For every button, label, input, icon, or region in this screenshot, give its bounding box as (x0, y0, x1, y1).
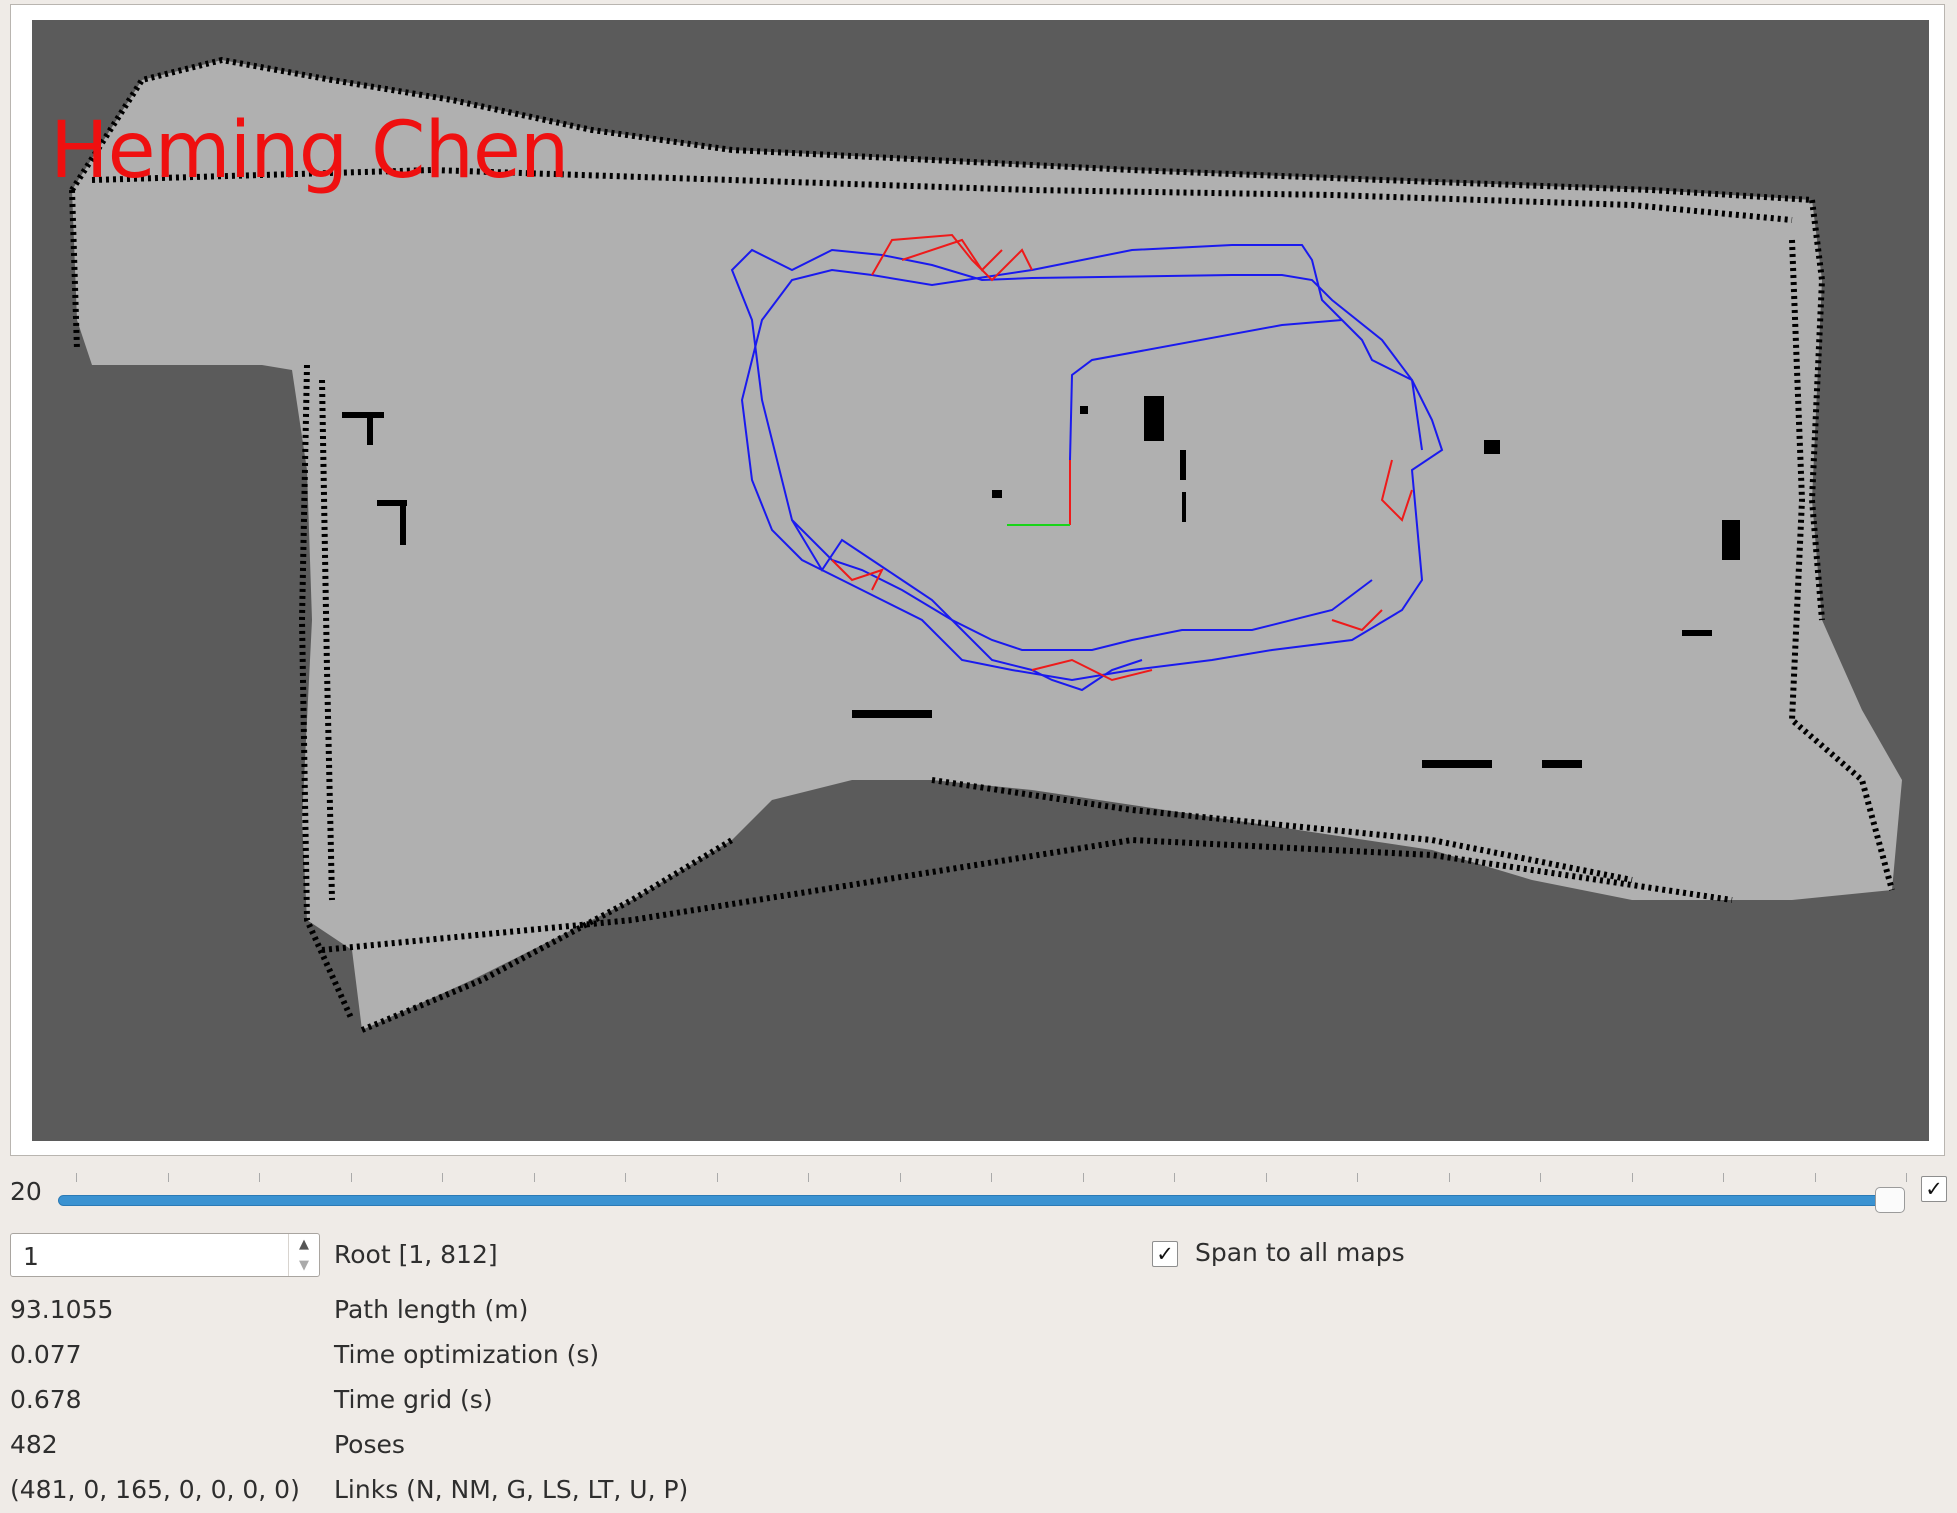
slider-tick (1906, 1173, 1907, 1182)
span-to-all-maps-label[interactable]: Span to all maps (1195, 1238, 1405, 1267)
spin-buttons: ▲ ▼ (288, 1234, 319, 1276)
slider-tick (1265, 1173, 1267, 1182)
spin-down-icon[interactable]: ▼ (289, 1255, 319, 1276)
slider-ticks (58, 1173, 1907, 1185)
slider-tick (1723, 1173, 1724, 1182)
spin-up-icon[interactable]: ▲ (289, 1234, 319, 1255)
poses-label: Poses (334, 1430, 405, 1459)
iteration-slider-row: 20 ✓ (0, 1165, 1957, 1225)
slider-tick (442, 1173, 443, 1182)
slider-value-label: 20 (10, 1177, 42, 1206)
slider-tick (1814, 1173, 1816, 1182)
span-to-all-maps-checkbox[interactable]: ✓ (1152, 1241, 1178, 1267)
time-optimization-label: Time optimization (s) (334, 1340, 600, 1369)
slider-handle[interactable] (1875, 1187, 1905, 1213)
slider-tick (1631, 1173, 1633, 1182)
slider-tick (259, 1173, 260, 1182)
slider-tick (167, 1173, 169, 1182)
free-space-region (72, 60, 1902, 1030)
links-value: (481, 0, 165, 0, 0, 0, 0) (10, 1475, 300, 1504)
slider-tick (716, 1173, 718, 1182)
slider-tick (76, 1173, 77, 1182)
time-grid-value: 0.678 (10, 1385, 82, 1414)
slider-tick (1174, 1173, 1175, 1182)
root-label: Root [1, 812] (334, 1240, 498, 1269)
poses-value: 482 (10, 1430, 58, 1459)
slider-tick (625, 1173, 626, 1182)
slider-tick (1357, 1173, 1358, 1182)
slider-tick (1448, 1173, 1450, 1182)
slider-tick (808, 1173, 809, 1182)
root-spinbox[interactable]: 1 ▲ ▼ (10, 1233, 320, 1277)
slider-tick (1540, 1173, 1541, 1182)
path-length-label: Path length (m) (334, 1295, 529, 1324)
links-label: Links (N, NM, G, LS, LT, U, P) (334, 1475, 689, 1504)
slider-tick (350, 1173, 352, 1182)
time-grid-label: Time grid (s) (334, 1385, 493, 1414)
iteration-slider[interactable] (58, 1195, 1896, 1206)
slider-tick (1082, 1173, 1084, 1182)
occupancy-grid-map[interactable]: Heming Chen (32, 20, 1929, 1141)
time-optimization-value: 0.077 (10, 1340, 82, 1369)
slider-tick (899, 1173, 901, 1182)
watermark-text: Heming Chen (50, 106, 569, 196)
map-view-panel[interactable]: Heming Chen (10, 4, 1945, 1156)
slider-checkbox[interactable]: ✓ (1921, 1176, 1947, 1202)
root-spinbox-value[interactable]: 1 (23, 1242, 39, 1271)
path-length-value: 93.1055 (10, 1295, 114, 1324)
slider-tick (991, 1173, 992, 1182)
slider-tick (533, 1173, 535, 1182)
